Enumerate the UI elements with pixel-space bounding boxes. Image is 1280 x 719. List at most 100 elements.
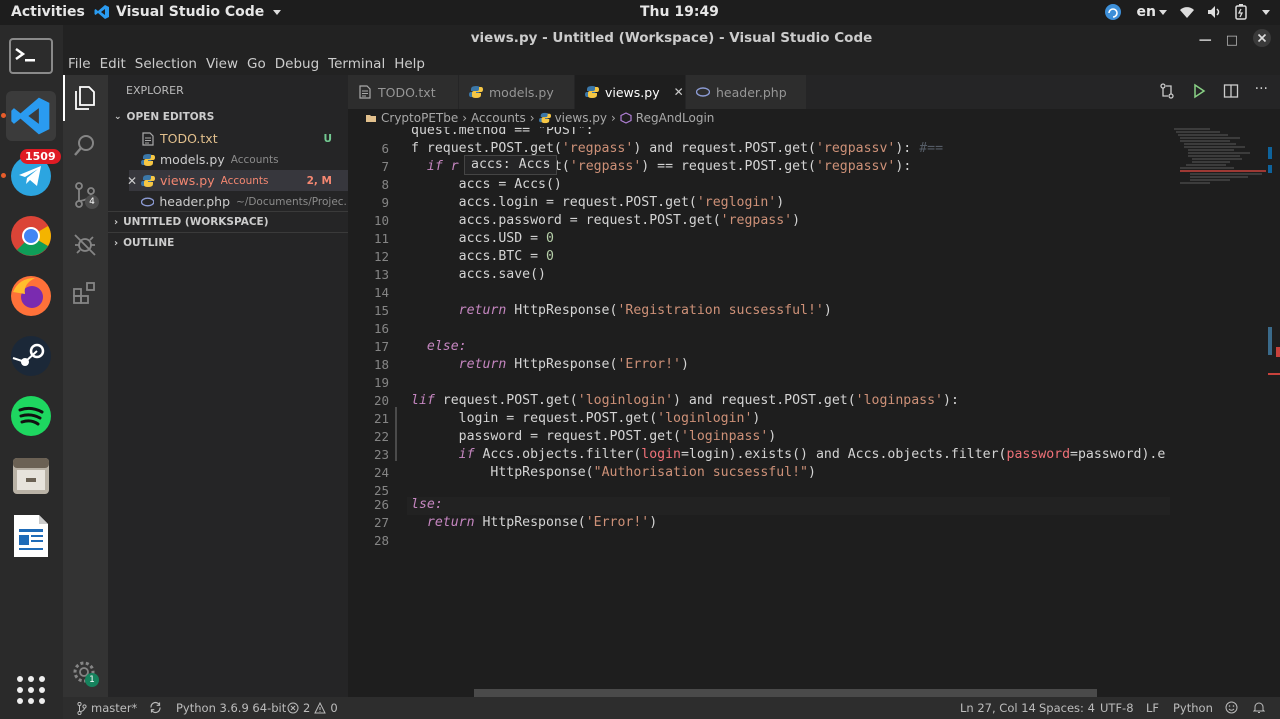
split-editor-icon[interactable]	[1223, 83, 1239, 99]
menu-edit[interactable]: Edit	[100, 56, 126, 72]
activity-bar: 4 1	[63, 75, 108, 697]
steam-icon	[11, 336, 51, 376]
indentation[interactable]: Spaces: 4	[1039, 701, 1095, 715]
status-bar: master* Python 3.6.9 64-bit 2 0 Ln 27, C…	[63, 697, 1280, 719]
vscode-icon	[11, 97, 50, 135]
dock-writer[interactable]	[6, 511, 56, 561]
maximize-button[interactable]: □	[1226, 33, 1238, 48]
extensions-icon[interactable]	[71, 279, 99, 307]
update-icon[interactable]	[1103, 3, 1125, 21]
cursor-position[interactable]: Ln 27, Col 14	[960, 701, 1036, 715]
editor-actions: ···	[1159, 82, 1268, 99]
breadcrumb-item[interactable]: views.py	[555, 111, 607, 125]
sync-icon	[150, 701, 161, 714]
wifi-icon[interactable]	[1179, 5, 1195, 19]
chevron-down-icon: ⌄	[114, 112, 122, 122]
language-indicator[interactable]: en	[1137, 4, 1167, 20]
more-actions-icon[interactable]: ···	[1255, 82, 1268, 99]
chrome-icon	[11, 216, 51, 256]
open-editor-models[interactable]: models.py Accounts	[129, 149, 348, 170]
chevron-right-icon: ›	[114, 237, 119, 249]
dock-steam[interactable]	[6, 331, 56, 381]
code-line: 22 password = request.POST.get('loginpas…	[373, 429, 777, 444]
dock-chrome[interactable]	[6, 211, 56, 261]
menu-terminal[interactable]: Terminal	[328, 56, 385, 72]
app-menu[interactable]: Visual Studio Code	[94, 4, 282, 20]
dock-files[interactable]	[6, 451, 56, 501]
code-line: 19	[373, 375, 389, 390]
chevron-down-icon	[1159, 9, 1167, 15]
debug-icon[interactable]	[71, 230, 99, 258]
horizontal-scrollbar[interactable]	[474, 689, 1097, 697]
notifications-button[interactable]	[1253, 701, 1265, 714]
tab-models[interactable]: models.py	[459, 75, 574, 109]
tab-todo[interactable]: TODO.txt	[348, 75, 458, 109]
python-interpreter[interactable]: Python 3.6.9 64-bit	[176, 701, 286, 715]
branch-status[interactable]: master*	[77, 701, 137, 715]
activities-button[interactable]: Activities	[11, 4, 85, 20]
outline-section[interactable]: › OUTLINE	[114, 237, 174, 249]
breadcrumb-item[interactable]: RegAndLogin	[636, 111, 715, 125]
dock-show-apps[interactable]	[6, 665, 56, 715]
breadcrumb-item[interactable]: CryptoPETbe	[381, 111, 458, 125]
breadcrumb-item[interactable]: Accounts	[471, 111, 526, 125]
open-editor-views[interactable]: ✕ views.py Accounts 2, M	[127, 170, 348, 191]
ubuntu-top-bar: Activities Visual Studio Code Thu 19:49 …	[0, 0, 1280, 25]
menu-help[interactable]: Help	[394, 56, 425, 72]
search-icon[interactable]	[71, 132, 99, 160]
sync-button[interactable]	[149, 701, 162, 714]
system-menu-chevron-icon[interactable]	[1262, 9, 1270, 15]
code-line: 21 login = request.POST.get('loginlogin'…	[373, 411, 761, 426]
minimap[interactable]	[1170, 127, 1280, 697]
scm-badge: 4	[85, 195, 99, 209]
code-line: 23 if Accs.objects.filter(login=login).e…	[373, 447, 1166, 462]
python-icon	[141, 153, 155, 166]
menu-file[interactable]: File	[68, 56, 91, 72]
python-icon	[538, 112, 551, 124]
minimap-preview	[1174, 128, 1280, 375]
language-mode[interactable]: Python	[1173, 701, 1213, 715]
feedback-button[interactable]	[1225, 701, 1238, 714]
problems-status[interactable]: 2 0	[287, 701, 338, 715]
explorer-header: EXPLORER	[126, 84, 184, 97]
close-button[interactable]	[1252, 28, 1272, 52]
open-editors-section[interactable]: ⌄ OPEN EDITORS	[114, 111, 214, 123]
dock-terminal[interactable]	[6, 31, 56, 81]
dock-spotify[interactable]	[6, 391, 56, 441]
ubuntu-dock: 1509	[0, 25, 63, 719]
volume-icon[interactable]	[1207, 5, 1223, 19]
running-indicator	[1, 173, 6, 178]
firefox-icon	[11, 276, 51, 316]
close-icon[interactable]: ✕	[127, 174, 137, 188]
chevron-right-icon: ›	[462, 111, 468, 125]
code-editor[interactable]: quest.method == "POST": 6f request.POST.…	[348, 127, 1170, 697]
menu-selection[interactable]: Selection	[135, 56, 197, 72]
line-ending[interactable]: LF	[1146, 701, 1159, 715]
minimize-button[interactable]: —	[1199, 33, 1212, 48]
code-line: 16	[373, 321, 389, 336]
battery-icon[interactable]	[1235, 4, 1247, 20]
dock-firefox[interactable]	[6, 271, 56, 321]
menu-view[interactable]: View	[206, 56, 238, 72]
divider	[108, 232, 348, 233]
open-editor-header[interactable]: header.php ~/Documents/Projec...	[129, 191, 348, 212]
encoding[interactable]: UTF-8	[1100, 701, 1134, 715]
tab-views[interactable]: views.py ✕	[575, 75, 685, 109]
menu-go[interactable]: Go	[247, 56, 266, 72]
clock[interactable]: Thu 19:49	[640, 4, 719, 20]
workspace-section[interactable]: › UNTITLED (WORKSPACE)	[114, 216, 269, 228]
tab-close-icon[interactable]: ✕	[674, 85, 684, 99]
dock-vscode[interactable]	[6, 91, 56, 141]
editor-tabs: TODO.txt models.py views.py ✕ header.php	[348, 75, 1280, 109]
chevron-right-icon: ›	[529, 111, 535, 125]
code-line: 8 accs = Accs()	[381, 177, 562, 192]
close-icon	[1253, 29, 1271, 47]
code-line: 20 lif request.POST.get('loginlogin') and…	[373, 393, 959, 408]
open-editor-todo[interactable]: TODO.txt U	[129, 128, 348, 149]
menu-debug[interactable]: Debug	[275, 56, 319, 72]
method-cube-icon	[620, 112, 632, 124]
compare-changes-icon[interactable]	[1159, 83, 1175, 99]
run-icon[interactable]	[1191, 83, 1207, 99]
tab-header[interactable]: header.php	[686, 75, 806, 109]
explorer-icon[interactable]	[71, 84, 99, 112]
